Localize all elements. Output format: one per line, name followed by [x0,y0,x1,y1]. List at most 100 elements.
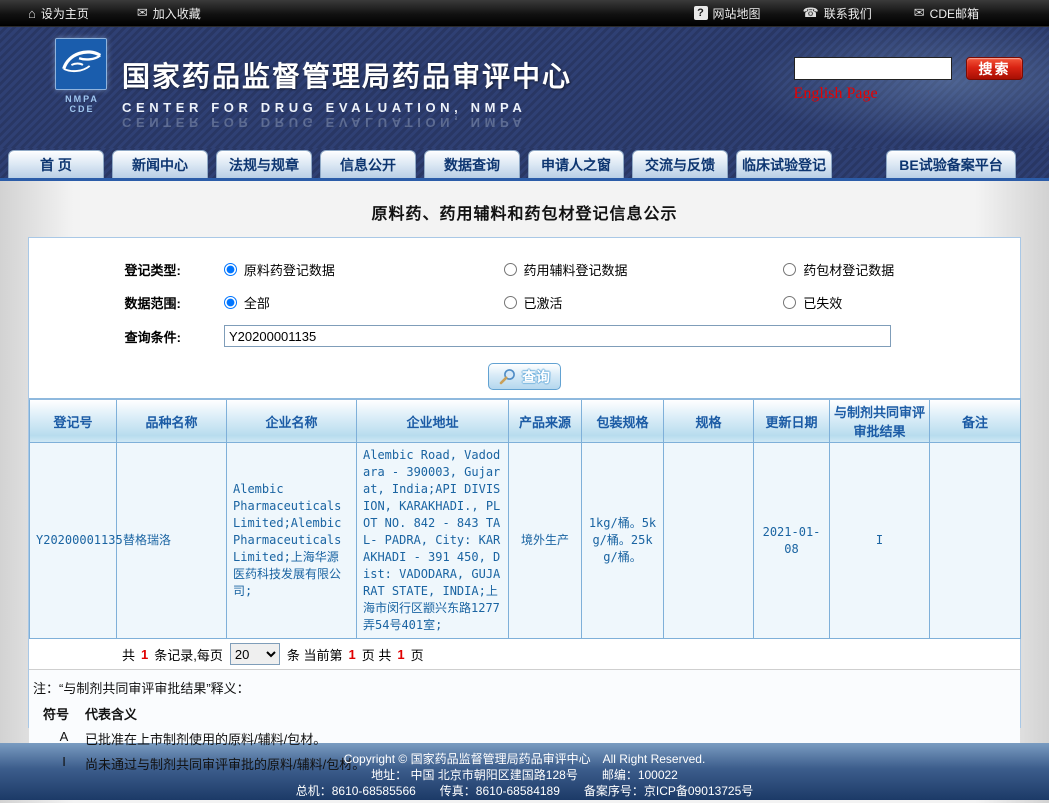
expired-radio-label: 已失效 [803,293,842,312]
magnifier-icon [499,368,516,385]
col-header-product-name: 品种名称 [117,399,227,443]
top-utility-bar: ⌂ 设为主页 ✉ 加入收藏 ? 网站地图 ☎ 联系我们 ✉ CDE邮箱 [0,0,1049,27]
cell-package: 1kg/桶。5kg/桶。25kg/桶。 [582,443,664,639]
page-size-select[interactable]: 20 [230,643,280,665]
cell-update-date: 2021-01-08 [754,443,830,639]
packaging-radio[interactable] [783,263,796,276]
query-content-box: 登记类型: 原料药登记数据 药用辅料登记数据 药包材登记数据 [28,237,1021,728]
page-title: 原料药、药用辅料和药包材登记信息公示 [0,181,1049,224]
cell-remark [930,443,1021,639]
all-radio-label: 全部 [244,293,270,312]
registration-type-label: 登记类型: [29,260,181,279]
header-search-button[interactable]: 搜索 [966,57,1023,80]
topbar-left-links: ⌂ 设为主页 ✉ 加入收藏 [0,5,201,22]
nav-tab-data-query[interactable]: 数据查询 [424,150,520,178]
expired-radio[interactable] [783,296,796,309]
col-header-company-address: 企业地址 [357,399,509,443]
legend-meaning-i: 尚未通过与制剂共同审评审批的原料/辅料/包材。 [85,754,365,773]
registration-type-row: 登记类型: 原料药登记数据 药用辅料登记数据 药包材登记数据 [29,253,1020,286]
mail-envelope-icon: ✉ [914,5,925,21]
cde-mail-label: CDE邮箱 [930,5,979,22]
bookmark-envelope-icon: ✉ [137,5,148,21]
excipient-radio[interactable] [504,263,517,276]
pagination-total-count: 1 [141,647,148,662]
cell-source: 境外生产 [509,443,582,639]
contact-us-label: 联系我们 [824,5,872,22]
table-header-row: 登记号 品种名称 企业名称 企业地址 产品来源 包装规格 规格 更新日期 与制剂… [30,399,1021,443]
radio-option-raw-material[interactable]: 原料药登记数据 [181,260,461,279]
sitemap-link[interactable]: ? 网站地图 [694,5,761,22]
sitemap-label: 网站地图 [713,5,761,22]
table-row: Y20200001135 替格瑞洛 Alembic Pharmaceutical… [30,443,1021,639]
site-logo: NMPA CDE [55,38,109,114]
header-search-area: 搜索 English Page [794,57,1023,103]
nav-tab-clinical-trial[interactable]: 临床试验登记 [736,150,832,178]
english-page-link[interactable]: English Page [794,85,878,103]
cell-spec [664,443,754,639]
query-button-row: 查询 [29,363,1020,390]
set-homepage-link[interactable]: ⌂ 设为主页 [28,5,89,22]
site-title-block: 国家药品监督管理局药品审评中心 CENTER FOR DRUG EVALUATI… [122,55,572,130]
pagination-pages-prefix: 页 共 [362,645,392,664]
query-condition-input[interactable] [224,325,891,347]
col-header-spec: 规格 [664,399,754,443]
raw-material-radio[interactable] [224,263,237,276]
radio-option-expired[interactable]: 已失效 [740,293,1020,312]
site-banner: NMPA CDE 国家药品监督管理局药品审评中心 CENTER FOR DRUG… [0,27,1049,148]
query-submit-label: 查询 [522,367,550,387]
site-title-english: CENTER FOR DRUG EVALUATION, NMPA [122,100,572,115]
nav-tab-applicant-window[interactable]: 申请人之窗 [528,150,624,178]
legend-symbol-header: 符号 [43,704,85,723]
nav-tab-be-platform[interactable]: BE试验备案平台 [886,150,1016,178]
nav-tab-news[interactable]: 新闻中心 [112,150,208,178]
pagination-pages-count: 1 [397,647,404,662]
legend-title: 注：“与制剂共同审评审批结果”释义： [33,678,1020,697]
data-scope-label: 数据范围: [29,293,181,312]
set-homepage-label: 设为主页 [41,5,89,22]
cde-mail-link[interactable]: ✉ CDE邮箱 [914,5,979,22]
footer-contact-icp: 总机：8610-68585566 传真：8610-68584189 备案序号：京… [0,783,1049,799]
cell-company-name: Alembic Pharmaceuticals Limited;Alembic … [227,443,357,639]
cell-company-address: Alembic Road, Vadodara - 390003, Gujarat… [357,443,509,639]
site-title-english-reflection: CENTER FOR DRUG EVALUATION, NMPA [122,115,572,130]
nav-tab-feedback[interactable]: 交流与反馈 [632,150,728,178]
excipient-radio-label: 药用辅料登记数据 [524,260,628,279]
legend-symbol-i: I [43,754,85,773]
nmpa-cde-swan-logo-icon [55,38,107,90]
legend-meaning-header: 代表含义 [85,704,137,723]
col-header-remark: 备注 [930,399,1021,443]
query-condition-label: 查询条件: [29,327,181,346]
all-radio[interactable] [224,296,237,309]
question-mark-icon: ? [694,6,708,20]
activated-radio[interactable] [504,296,517,309]
add-favorite-link[interactable]: ✉ 加入收藏 [137,5,201,22]
query-submit-button[interactable]: 查询 [488,363,561,390]
nav-tab-regulations[interactable]: 法规与规章 [216,150,312,178]
pagination-total-prefix: 共 [122,645,135,664]
results-table: 登记号 品种名称 企业名称 企业地址 产品来源 包装规格 规格 更新日期 与制剂… [29,398,1021,639]
col-header-update-date: 更新日期 [754,399,830,443]
topbar-right-links: ? 网站地图 ☎ 联系我们 ✉ CDE邮箱 [694,5,1049,22]
pagination-unit-text: 条 当前第 [287,645,343,664]
home-icon: ⌂ [28,6,36,21]
col-header-company-name: 企业名称 [227,399,357,443]
raw-material-radio-label: 原料药登记数据 [244,260,335,279]
radio-option-excipient[interactable]: 药用辅料登记数据 [461,260,741,279]
radio-option-packaging[interactable]: 药包材登记数据 [740,260,1020,279]
site-title-chinese: 国家药品监督管理局药品审评中心 [122,55,572,95]
col-header-review-result: 与制剂共同审评审批结果 [830,399,930,443]
nav-tab-info-disclosure[interactable]: 信息公开 [320,150,416,178]
header-search-input[interactable] [794,57,952,80]
contact-us-link[interactable]: ☎ 联系我们 [803,5,872,22]
pagination-pages-suffix: 页 [411,645,424,664]
packaging-radio-label: 药包材登记数据 [803,260,894,279]
radio-option-all[interactable]: 全部 [181,293,461,312]
legend-symbol-a: A [43,729,85,748]
phone-icon: ☎ [803,5,819,21]
main-content: 原料药、药用辅料和药包材登记信息公示 登记类型: 原料药登记数据 药用辅料登记数… [0,181,1049,728]
nav-tab-home[interactable]: 首 页 [8,150,104,178]
query-form: 登记类型: 原料药登记数据 药用辅料登记数据 药包材登记数据 [29,238,1020,390]
add-favorite-label: 加入收藏 [153,5,201,22]
activated-radio-label: 已激活 [524,293,563,312]
radio-option-activated[interactable]: 已激活 [461,293,741,312]
